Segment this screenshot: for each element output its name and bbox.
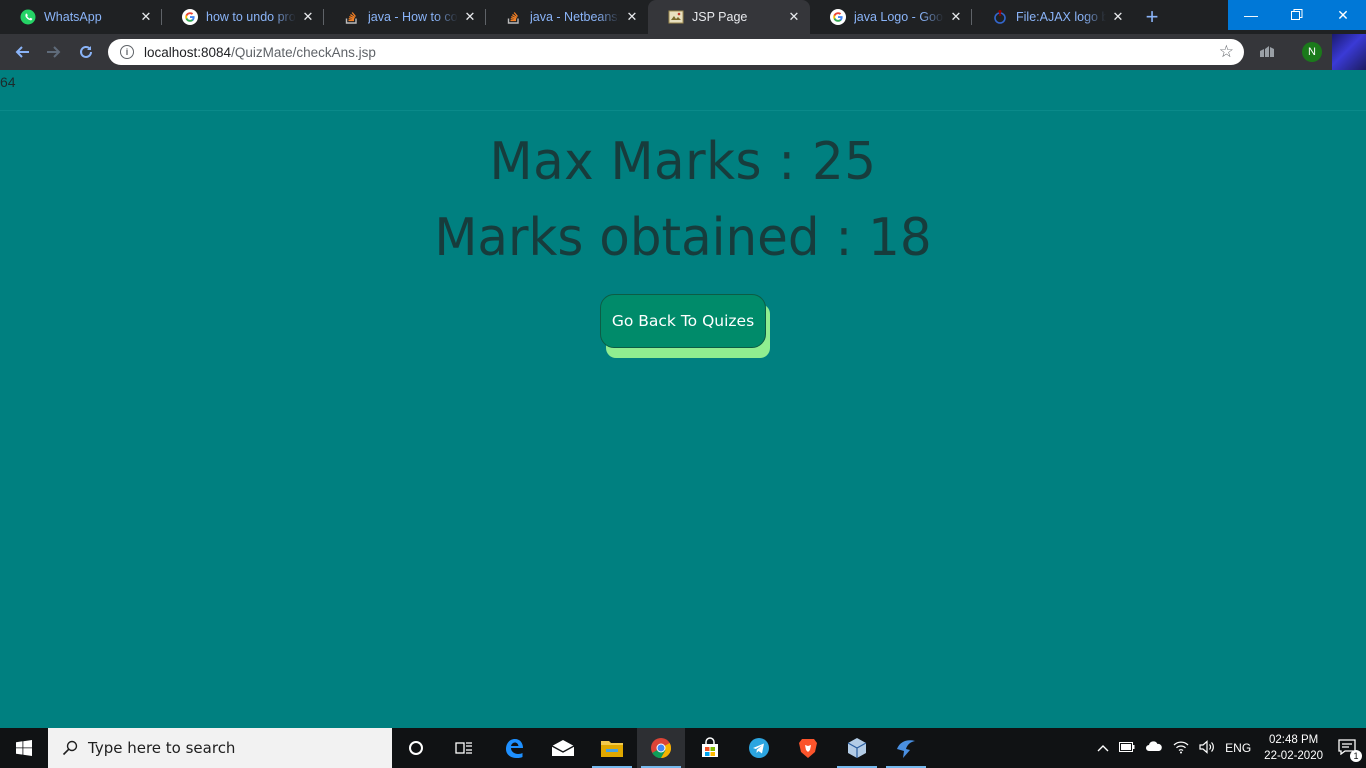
battery-icon[interactable] xyxy=(1119,741,1135,755)
search-placeholder: Type here to search xyxy=(88,739,236,757)
tab-java-netbeans[interactable]: java - Netbeans: h ✕ xyxy=(486,0,648,34)
task-view-icon[interactable] xyxy=(440,728,488,768)
close-icon[interactable]: ✕ xyxy=(624,9,640,25)
stackoverflow-icon xyxy=(344,9,360,25)
clock-date: 22-02-2020 xyxy=(1264,750,1323,762)
notification-count: 1 xyxy=(1350,749,1362,762)
browser-tabstrip: WhatsApp ✕ how to undo project ✕ java - … xyxy=(0,0,1366,34)
new-tab-button[interactable]: + xyxy=(1134,0,1170,34)
windows-start-icon[interactable] xyxy=(0,728,48,768)
visit-counter: 64 xyxy=(0,74,16,90)
close-window-button[interactable]: ✕ xyxy=(1320,0,1366,30)
cortana-icon[interactable] xyxy=(392,728,440,768)
clock[interactable]: 02:48 PM 22-02-2020 xyxy=(1264,732,1323,764)
telegram-icon[interactable] xyxy=(735,728,783,768)
profile-avatar[interactable]: N xyxy=(1302,42,1322,62)
netbeans-icon[interactable] xyxy=(882,728,930,768)
info-icon[interactable]: i xyxy=(120,45,134,59)
back-button-wrapper: Go Back To Quizes xyxy=(600,294,772,360)
clock-time: 02:48 PM xyxy=(1268,734,1319,746)
chrome-icon[interactable] xyxy=(637,728,685,768)
search-icon xyxy=(62,740,78,756)
edge-icon[interactable] xyxy=(490,728,538,768)
tab-title: WhatsApp xyxy=(44,10,102,24)
language-indicator[interactable]: ENG xyxy=(1225,741,1251,755)
bookmark-star-icon[interactable]: ☆ xyxy=(1219,42,1234,62)
volume-icon[interactable] xyxy=(1199,739,1215,757)
tab-whatsapp[interactable]: WhatsApp ✕ xyxy=(0,0,162,34)
chevron-up-icon[interactable] xyxy=(1097,741,1109,755)
close-icon[interactable]: ✕ xyxy=(786,9,802,25)
mail-icon[interactable] xyxy=(539,728,587,768)
divider xyxy=(0,110,1366,111)
close-icon[interactable]: ✕ xyxy=(1110,9,1126,25)
browser-toolbar: i localhost:8084/QuizMate/checkAns.jsp ☆… xyxy=(0,34,1366,70)
close-icon[interactable]: ✕ xyxy=(462,9,478,25)
chrome-menu-icon[interactable] xyxy=(1332,34,1366,70)
tab-title: java - How to com xyxy=(368,10,458,24)
extension-icon[interactable] xyxy=(1258,43,1276,61)
window-controls: — ✕ xyxy=(1228,0,1366,30)
close-icon[interactable]: ✕ xyxy=(138,9,154,25)
wifi-icon[interactable] xyxy=(1173,740,1189,757)
whatsapp-icon xyxy=(20,9,36,25)
tab-jsp-page[interactable]: JSP Page ✕ xyxy=(648,0,810,34)
back-arrow-icon[interactable] xyxy=(6,36,38,68)
file-explorer-icon[interactable] xyxy=(588,728,636,768)
tab-title: how to undo project xyxy=(206,10,296,24)
tab-how-to-undo[interactable]: how to undo project ✕ xyxy=(162,0,324,34)
address-bar[interactable]: i localhost:8084/QuizMate/checkAns.jsp ☆ xyxy=(108,39,1244,65)
minimize-button[interactable]: — xyxy=(1228,0,1274,30)
reload-icon[interactable] xyxy=(70,36,102,68)
tab-ajax-logo[interactable]: File:AJAX logo by g ✕ xyxy=(972,0,1134,34)
tab-java-logo[interactable]: java Logo - Google ✕ xyxy=(810,0,972,34)
windows-taskbar: Type here to search ENG 02:48 PM 22-02-2… xyxy=(0,728,1366,768)
wikimedia-icon xyxy=(992,9,1008,25)
virtualbox-icon[interactable] xyxy=(833,728,881,768)
tab-java-how-to[interactable]: java - How to com ✕ xyxy=(324,0,486,34)
tab-title: java Logo - Google xyxy=(854,10,944,24)
store-icon[interactable] xyxy=(686,728,734,768)
close-icon[interactable]: ✕ xyxy=(300,9,316,25)
url-text: localhost:8084/QuizMate/checkAns.jsp xyxy=(144,45,376,60)
close-icon[interactable]: ✕ xyxy=(948,9,964,25)
tab-title: File:AJAX logo by g xyxy=(1016,10,1106,24)
page-icon xyxy=(668,9,684,25)
google-icon xyxy=(830,9,846,25)
marks-obtained-heading: Marks obtained : 18 xyxy=(434,208,932,268)
go-back-to-quizes-button[interactable]: Go Back To Quizes xyxy=(600,294,766,348)
stackoverflow-icon xyxy=(506,9,522,25)
page-content: 64 Max Marks : 25 Marks obtained : 18 Go… xyxy=(0,70,1366,728)
google-icon xyxy=(182,9,198,25)
tab-title: java - Netbeans: h xyxy=(530,10,620,24)
url-path: /QuizMate/checkAns.jsp xyxy=(231,44,376,60)
notification-icon[interactable]: 1 xyxy=(1338,738,1362,762)
url-host: localhost:8084 xyxy=(144,44,232,60)
onedrive-icon[interactable] xyxy=(1145,741,1163,755)
restore-button[interactable] xyxy=(1274,0,1320,30)
taskbar-search-box[interactable]: Type here to search xyxy=(48,728,392,768)
system-tray: ENG 02:48 PM 22-02-2020 1 xyxy=(1092,728,1366,768)
tab-title: JSP Page xyxy=(692,10,748,24)
forward-arrow-icon[interactable] xyxy=(38,36,70,68)
brave-icon[interactable] xyxy=(784,728,832,768)
max-marks-heading: Max Marks : 25 xyxy=(489,132,877,192)
